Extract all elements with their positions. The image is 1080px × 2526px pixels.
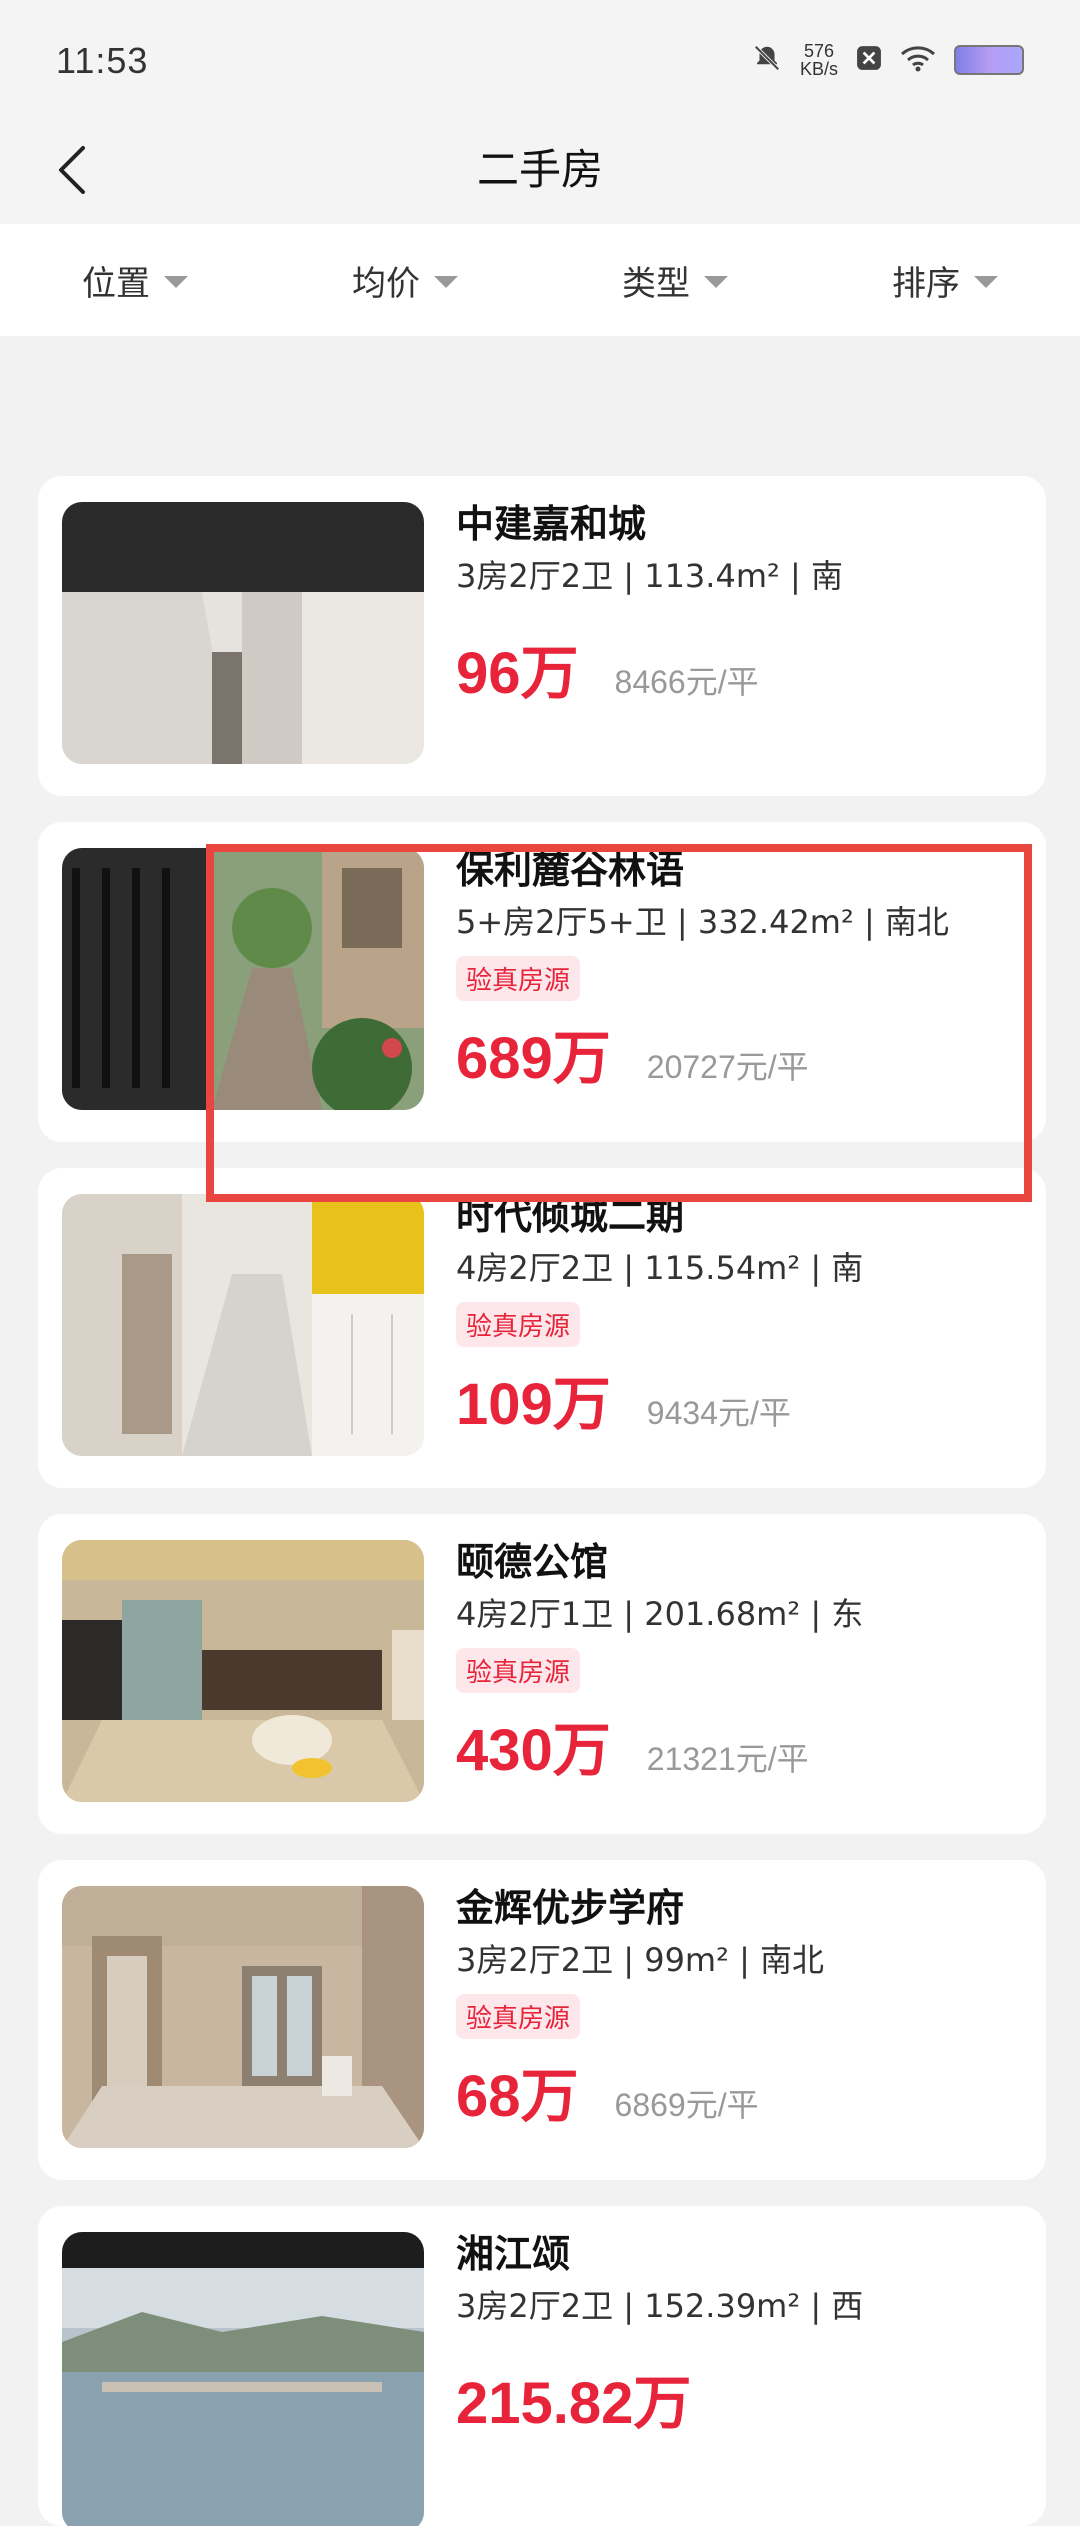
listing-card[interactable]: 金辉优步学府 3房2厅2卫 | 99m² | 南北 验真房源 68万 6869元… — [38, 1860, 1046, 2180]
listing-photo — [62, 1540, 424, 1802]
listing-title: 时代倾城二期 — [456, 1194, 685, 1238]
filter-label: 均价 — [352, 263, 420, 304]
listing-desc: 4房2厅2卫 | 115.54m² | 南 — [456, 1249, 864, 1287]
nav-bar: 二手房 — [0, 120, 1080, 224]
verified-badge: 验真房源 — [456, 1648, 581, 1693]
filter-label: 排序 — [892, 263, 960, 304]
price-row: 430万 21321元/平 — [456, 1703, 1022, 1787]
listing-price: 109万 — [456, 1372, 611, 1437]
net-speed: 576 KB/s — [800, 42, 838, 78]
listing-info: 保利麓谷林语 5+房2厅5+卫 | 332.42m² | 南北 验真房源 689… — [456, 846, 1022, 1095]
caret-down-icon — [974, 276, 998, 288]
listing-card[interactable]: 保利麓谷林语 5+房2厅5+卫 | 332.42m² | 南北 验真房源 689… — [38, 822, 1046, 1142]
listing-desc: 5+房2厅5+卫 | 332.42m² | 南北 — [456, 903, 949, 941]
listing-card[interactable]: 颐德公馆 4房2厅1卫 | 201.68m² | 东 验真房源 430万 213… — [38, 1514, 1046, 1834]
listing-unit-price: 9434元/平 — [646, 1395, 791, 1431]
listing-price: 68万 — [456, 2064, 579, 2129]
page-title: 二手房 — [476, 145, 603, 194]
verified-badge: 验真房源 — [456, 1302, 581, 1347]
listing-info: 时代倾城二期 4房2厅2卫 | 115.54m² | 南 验真房源 109万 9… — [456, 1192, 1022, 1441]
listing-unit-price: 6869元/平 — [614, 2087, 759, 2123]
listing-info: 颐德公馆 4房2厅1卫 | 201.68m² | 东 验真房源 430万 213… — [456, 1538, 1022, 1787]
status-time: 11:53 — [56, 40, 149, 81]
listing-desc: 4房2厅1卫 | 201.68m² | 东 — [456, 1595, 864, 1633]
caret-down-icon — [704, 276, 728, 288]
listing-price: 430万 — [456, 1718, 611, 1783]
listing-unit-price: 20727元/平 — [646, 1049, 809, 1085]
price-row: 689万 20727元/平 — [456, 1011, 1022, 1095]
listing-desc: 3房2厅2卫 | 113.4m² | 南 — [456, 557, 843, 595]
verified-badge: 验真房源 — [456, 956, 581, 1001]
price-row: 96万 8466元/平 — [456, 626, 1022, 710]
listing-desc: 3房2厅2卫 | 152.39m² | 西 — [456, 2287, 864, 2325]
filter-bar: 位置 均价 类型 排序 — [0, 224, 1080, 336]
listing-photo — [62, 1886, 424, 2148]
filter-average-price[interactable]: 均价 — [270, 256, 540, 305]
listing-card[interactable]: 湘江颂 3房2厅2卫 | 152.39m² | 西 215.82万 — [38, 2206, 1046, 2526]
filter-label: 位置 — [82, 263, 150, 304]
listing-info: 湘江颂 3房2厅2卫 | 152.39m² | 西 215.82万 — [456, 2230, 1022, 2440]
listing-photo — [62, 2232, 424, 2526]
listing-price: 96万 — [456, 641, 579, 706]
price-row: 68万 6869元/平 — [456, 2049, 1022, 2133]
listing-unit-price: 8466元/平 — [614, 664, 759, 700]
listing-photo — [62, 502, 424, 764]
status-icons: 576 KB/s — [752, 42, 1024, 78]
net-speed-value: 576 — [803, 41, 835, 61]
price-row: 109万 9434元/平 — [456, 1357, 1022, 1441]
filter-type[interactable]: 类型 — [540, 256, 810, 305]
filter-label: 类型 — [622, 263, 690, 304]
listing-photo — [62, 1194, 424, 1456]
bell-off-icon — [752, 43, 782, 77]
listing-title: 金辉优步学府 — [456, 1886, 685, 1930]
price-row: 215.82万 — [456, 2356, 1022, 2440]
listing-title: 保利麓谷林语 — [456, 848, 685, 892]
listing-title: 中建嘉和城 — [456, 502, 647, 546]
listing-card[interactable]: 中建嘉和城 3房2厅2卫 | 113.4m² | 南 96万 8466元/平 — [38, 476, 1046, 796]
listing-info: 金辉优步学府 3房2厅2卫 | 99m² | 南北 验真房源 68万 6869元… — [456, 1884, 1022, 2133]
listing-price: 689万 — [456, 1026, 611, 1091]
close-square-icon — [856, 45, 882, 75]
filter-sort[interactable]: 排序 — [810, 256, 1080, 305]
listing-price: 215.82万 — [456, 2371, 692, 2436]
net-speed-unit: KB/s — [799, 59, 838, 79]
caret-down-icon — [164, 276, 188, 288]
listing-desc: 3房2厅2卫 | 99m² | 南北 — [456, 1941, 825, 1979]
status-bar: 11:53 576 KB/s — [0, 0, 1080, 120]
listing-unit-price: 21321元/平 — [646, 1741, 809, 1777]
verified-badge: 验真房源 — [456, 1994, 581, 2039]
listing-info: 中建嘉和城 3房2厅2卫 | 113.4m² | 南 96万 8466元/平 — [456, 500, 1022, 710]
listing-title: 湘江颂 — [456, 2232, 571, 2276]
filter-location[interactable]: 位置 — [0, 256, 270, 305]
listing-title: 颐德公馆 — [456, 1540, 609, 1584]
listing-card[interactable]: 时代倾城二期 4房2厅2卫 | 115.54m² | 南 验真房源 109万 9… — [38, 1168, 1046, 1488]
wifi-icon — [900, 44, 936, 76]
caret-down-icon — [434, 276, 458, 288]
listing-photo — [62, 848, 424, 1110]
battery-icon — [954, 45, 1024, 75]
